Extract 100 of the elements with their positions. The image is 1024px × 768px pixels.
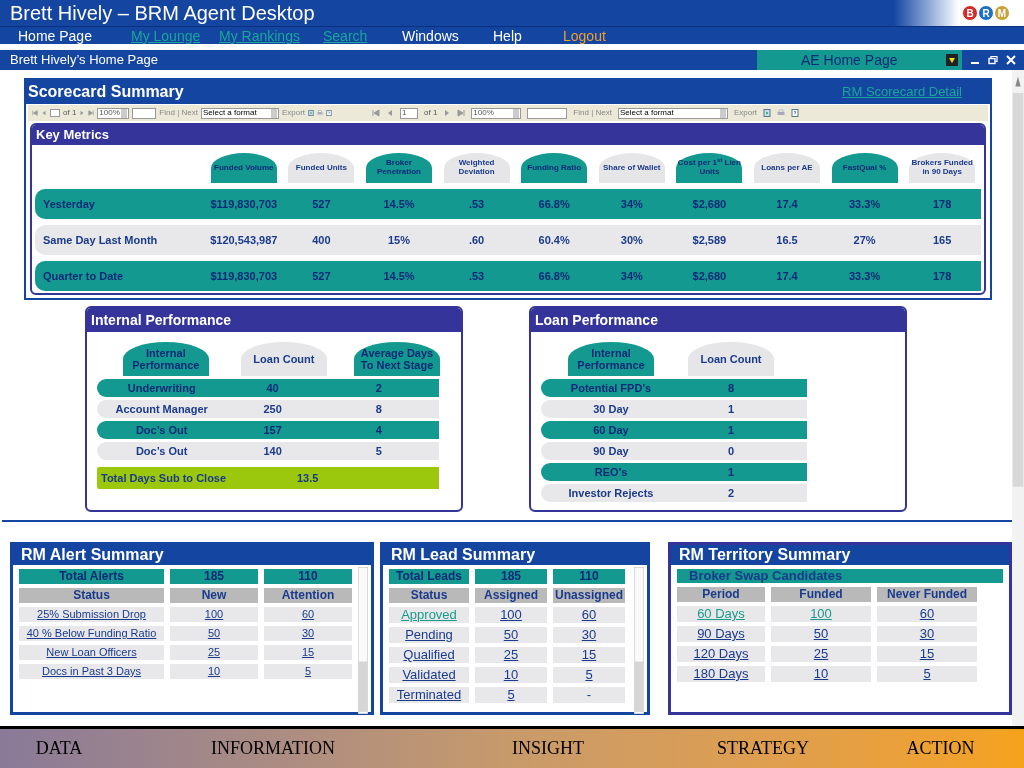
scrollbar[interactable] (634, 567, 644, 714)
last-page-icon[interactable] (88, 110, 95, 116)
table-link[interactable]: 25 (771, 646, 871, 662)
help-icon[interactable] (326, 110, 332, 116)
table-link[interactable]: 30 (553, 627, 625, 643)
table-link[interactable]: 50 (170, 626, 258, 641)
refresh-icon[interactable] (763, 109, 772, 117)
scrollbar[interactable] (1012, 70, 1024, 726)
table-link[interactable]: 5 (264, 664, 352, 679)
table-cell: - (553, 687, 625, 703)
page-count: of 1 (424, 107, 438, 119)
table-cell-text: 34% (619, 196, 644, 212)
table-cell-text: 34% (619, 268, 644, 284)
table-cell-text: 1 (726, 422, 736, 438)
table-link[interactable]: 100 (170, 607, 258, 622)
table-link[interactable]: 50 (771, 626, 871, 642)
footer-label: STRATEGY (716, 737, 810, 760)
menu-item[interactable]: Home Page (18, 28, 131, 43)
format-select[interactable]: Select a format (617, 107, 728, 119)
total-cell: 185 (475, 569, 547, 584)
column-header: Never Funded (877, 587, 977, 602)
zoom-select[interactable]: 100% (97, 107, 130, 119)
table-link[interactable]: 10 (475, 667, 547, 683)
table-cell-text: 40 (265, 380, 280, 396)
page-field[interactable] (50, 109, 60, 117)
table-link[interactable]: 50 (475, 627, 547, 643)
table-cell-text: Account Manager (114, 401, 209, 417)
table-link[interactable]: 30 (877, 626, 977, 642)
table-link[interactable]: 40 % Below Funding Ratio (19, 626, 164, 641)
table-link[interactable]: New Loan Officers (19, 645, 164, 660)
column-header: Period (677, 587, 765, 602)
column-header: Status (389, 588, 469, 603)
column-header: Broker Penetration (366, 153, 432, 183)
table-link[interactable]: 10 (771, 666, 871, 682)
restore-icon[interactable] (988, 55, 998, 65)
zoom-select[interactable]: 100% (471, 107, 522, 119)
column-header: Loan Count (240, 342, 327, 376)
table-cell-text: 14.5% (382, 268, 416, 284)
menu-item[interactable]: Help (493, 28, 563, 43)
print-icon[interactable] (317, 110, 323, 116)
menu-item[interactable]: Windows (402, 28, 493, 43)
find-field[interactable] (132, 107, 157, 119)
format-select[interactable]: Select a format (200, 107, 279, 119)
table-cell-text: 30% (619, 232, 644, 248)
table-link[interactable]: Pending (389, 627, 469, 643)
column-header: Unassigned (553, 588, 625, 603)
total-bar: Broker Swap Candidates (677, 569, 1003, 583)
table-link[interactable]: 15 (877, 646, 977, 662)
table-link[interactable]: Qualified (389, 647, 469, 663)
table-link[interactable]: 15 (264, 645, 352, 660)
table-cell-text: 90 Day (592, 443, 630, 459)
table-link[interactable]: 60 (553, 607, 625, 623)
print-icon[interactable] (777, 109, 786, 117)
table-link[interactable]: 25 (475, 647, 547, 663)
page-field[interactable]: 1 (400, 107, 418, 119)
find-field[interactable] (527, 107, 568, 119)
table-cell-text: 66.8% (537, 196, 571, 212)
table-link[interactable]: 5 (877, 666, 977, 682)
last-page-icon[interactable] (457, 109, 466, 117)
table-cell-text: 16.5 (775, 232, 799, 248)
logo-letter: R (978, 5, 994, 21)
table-link[interactable]: 100 (475, 607, 547, 623)
dropdown-icon[interactable] (946, 54, 958, 66)
table-link[interactable]: Terminated (389, 687, 469, 703)
view-select[interactable]: AE Home Page (757, 50, 962, 70)
scrollbar[interactable] (358, 567, 368, 714)
refresh-icon[interactable] (308, 110, 314, 116)
table-link[interactable]: 5 (475, 687, 547, 703)
column-header: Loans per AE (754, 153, 820, 183)
help-icon[interactable] (791, 109, 800, 117)
table-link[interactable]: 15 (553, 647, 625, 663)
table-link[interactable]: Validated (389, 667, 469, 683)
table-cell-text: 8 (374, 401, 383, 417)
close-icon[interactable] (1006, 55, 1016, 65)
column-header: Weighted Deviation (443, 153, 510, 183)
table-link[interactable]: 60 (877, 606, 977, 622)
table-link[interactable]: 25 (170, 645, 258, 660)
table-link[interactable]: 120 Days (677, 646, 765, 662)
table-link[interactable]: 90 Days (677, 626, 765, 642)
first-page-icon[interactable] (372, 109, 380, 117)
table-link[interactable]: 180 Days (677, 666, 765, 682)
next-page-icon[interactable] (79, 110, 86, 116)
menu-item[interactable]: Logout (563, 28, 623, 43)
panel-header: Key Metrics (32, 125, 984, 145)
row-label: Yesterday (42, 196, 96, 212)
table-link[interactable]: 10 (170, 664, 258, 679)
footer-label: DATA (34, 737, 84, 760)
table-link[interactable]: 5 (553, 667, 625, 683)
total-cell: 110 (553, 569, 625, 584)
table-link[interactable]: 25% Submission Drop (19, 607, 164, 622)
table-link[interactable]: 30 (264, 626, 352, 641)
first-page-icon[interactable] (32, 110, 38, 116)
previous-page-icon[interactable] (41, 110, 47, 116)
table-link[interactable]: 60 (264, 607, 352, 622)
table-cell-text: 527 (311, 196, 332, 212)
table-link[interactable]: Docs in Past 3 Days (19, 664, 164, 679)
column-header: Internal Performance (568, 342, 654, 376)
previous-page-icon[interactable] (386, 109, 394, 117)
table-cell-text: $120,543,987 (209, 232, 279, 248)
column-header: Funding Ratio (521, 153, 588, 183)
